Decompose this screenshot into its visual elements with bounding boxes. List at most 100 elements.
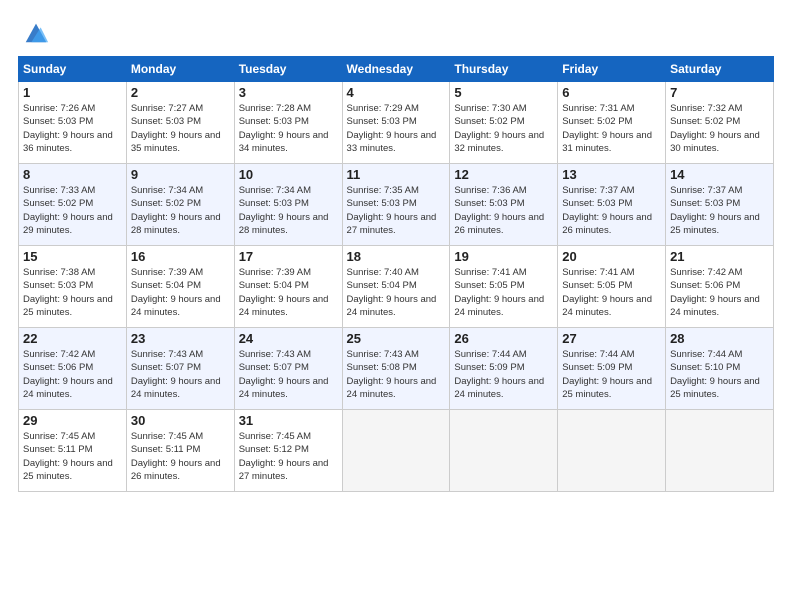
cell-sunset: Sunset: 5:03 PM [347, 198, 417, 209]
cell-sunset: Sunset: 5:03 PM [239, 116, 309, 127]
cell-daylight: Daylight: 9 hours and 24 minutes. [562, 294, 652, 318]
cell-sunset: Sunset: 5:03 PM [23, 280, 93, 291]
cell-daylight: Daylight: 9 hours and 32 minutes. [454, 130, 544, 154]
header-area [18, 18, 774, 46]
cell-daylight: Daylight: 9 hours and 25 minutes. [670, 376, 760, 400]
cell-sunrise: Sunrise: 7:44 AM [562, 349, 634, 360]
cell-sunset: Sunset: 5:03 PM [670, 198, 740, 209]
cell-daylight: Daylight: 9 hours and 24 minutes. [454, 294, 544, 318]
day-number: 7 [670, 85, 769, 100]
cell-daylight: Daylight: 9 hours and 24 minutes. [670, 294, 760, 318]
cell-daylight: Daylight: 9 hours and 25 minutes. [670, 212, 760, 236]
cell-sunrise: Sunrise: 7:45 AM [239, 431, 311, 442]
calendar-cell: 21Sunrise: 7:42 AMSunset: 5:06 PMDayligh… [666, 246, 774, 328]
cell-sunrise: Sunrise: 7:43 AM [131, 349, 203, 360]
cell-sunset: Sunset: 5:03 PM [347, 116, 417, 127]
cell-daylight: Daylight: 9 hours and 24 minutes. [23, 376, 113, 400]
calendar-cell: 19Sunrise: 7:41 AMSunset: 5:05 PMDayligh… [450, 246, 558, 328]
cell-daylight: Daylight: 9 hours and 35 minutes. [131, 130, 221, 154]
day-number: 1 [23, 85, 122, 100]
calendar-cell: 2Sunrise: 7:27 AMSunset: 5:03 PMDaylight… [126, 82, 234, 164]
day-number: 15 [23, 249, 122, 264]
cell-daylight: Daylight: 9 hours and 24 minutes. [239, 294, 329, 318]
cell-daylight: Daylight: 9 hours and 34 minutes. [239, 130, 329, 154]
calendar-row-5: 29 Sunrise: 7:45 AM Sunset: 5:11 PM Dayligh… [19, 410, 774, 492]
cell-sunset: Sunset: 5:02 PM [454, 116, 524, 127]
calendar-cell: 20Sunrise: 7:41 AMSunset: 5:05 PMDayligh… [558, 246, 666, 328]
calendar-cell: 22Sunrise: 7:42 AMSunset: 5:06 PMDayligh… [19, 328, 127, 410]
cell-sunset: Sunset: 5:04 PM [239, 280, 309, 291]
cell-sunset: Sunset: 5:04 PM [131, 280, 201, 291]
cell-sunset: Sunset: 5:02 PM [23, 198, 93, 209]
cell-sunrise: Sunrise: 7:37 AM [670, 185, 742, 196]
cell-sunrise: Sunrise: 7:41 AM [454, 267, 526, 278]
day-number: 29 [23, 413, 122, 428]
col-header-saturday: Saturday [666, 57, 774, 82]
cell-daylight: Daylight: 9 hours and 30 minutes. [670, 130, 760, 154]
cell-sunrise: Sunrise: 7:35 AM [347, 185, 419, 196]
day-number: 24 [239, 331, 338, 346]
calendar-cell: 9Sunrise: 7:34 AMSunset: 5:02 PMDaylight… [126, 164, 234, 246]
cell-daylight: Daylight: 9 hours and 26 minutes. [131, 458, 221, 482]
day-number: 4 [347, 85, 446, 100]
cell-sunset: Sunset: 5:07 PM [131, 362, 201, 373]
day-number: 17 [239, 249, 338, 264]
cell-daylight: Daylight: 9 hours and 28 minutes. [239, 212, 329, 236]
cell-daylight: Daylight: 9 hours and 27 minutes. [239, 458, 329, 482]
day-number: 25 [347, 331, 446, 346]
cell-sunset: Sunset: 5:12 PM [239, 444, 309, 455]
cell-sunset: Sunset: 5:02 PM [131, 198, 201, 209]
calendar-cell: 7 Sunrise: 7:32 AM Sunset: 5:02 PM Daylight… [666, 82, 774, 164]
calendar-cell: 24Sunrise: 7:43 AMSunset: 5:07 PMDayligh… [234, 328, 342, 410]
cell-sunrise: Sunrise: 7:34 AM [239, 185, 311, 196]
calendar-cell: 16Sunrise: 7:39 AMSunset: 5:04 PMDayligh… [126, 246, 234, 328]
calendar-cell: 27Sunrise: 7:44 AMSunset: 5:09 PMDayligh… [558, 328, 666, 410]
cell-daylight: Daylight: 9 hours and 27 minutes. [347, 212, 437, 236]
cell-sunrise: Sunrise: 7:28 AM [239, 103, 311, 114]
cell-sunrise: Sunrise: 7:42 AM [23, 349, 95, 360]
cell-sunset: Sunset: 5:02 PM [670, 116, 740, 127]
cell-sunset: Sunset: 5:11 PM [131, 444, 201, 455]
calendar-cell: 4Sunrise: 7:29 AMSunset: 5:03 PMDaylight… [342, 82, 450, 164]
cell-sunset: Sunset: 5:02 PM [562, 116, 632, 127]
cell-sunset: Sunset: 5:07 PM [239, 362, 309, 373]
cell-sunrise: Sunrise: 7:39 AM [239, 267, 311, 278]
calendar-cell: 8Sunrise: 7:33 AMSunset: 5:02 PMDaylight… [19, 164, 127, 246]
header-row: SundayMondayTuesdayWednesdayThursdayFrid… [19, 57, 774, 82]
calendar-row-2: 8Sunrise: 7:33 AMSunset: 5:02 PMDaylight… [19, 164, 774, 246]
col-header-monday: Monday [126, 57, 234, 82]
cell-sunrise: Sunrise: 7:29 AM [347, 103, 419, 114]
cell-sunset: Sunset: 5:06 PM [23, 362, 93, 373]
cell-sunset: Sunset: 5:09 PM [454, 362, 524, 373]
logo [18, 18, 50, 46]
calendar-row-3: 15Sunrise: 7:38 AMSunset: 5:03 PMDayligh… [19, 246, 774, 328]
cell-daylight: Daylight: 9 hours and 25 minutes. [562, 376, 652, 400]
cell-sunrise: Sunrise: 7:43 AM [239, 349, 311, 360]
cell-sunset: Sunset: 5:05 PM [454, 280, 524, 291]
col-header-sunday: Sunday [19, 57, 127, 82]
calendar-cell: 17 Sunrise: 7:39 AM Sunset: 5:04 PM Dayligh… [234, 246, 342, 328]
calendar-cell: 14Sunrise: 7:37 AMSunset: 5:03 PMDayligh… [666, 164, 774, 246]
cell-sunrise: Sunrise: 7:37 AM [562, 185, 634, 196]
calendar-cell: 28Sunrise: 7:44 AMSunset: 5:10 PMDayligh… [666, 328, 774, 410]
day-number: 27 [562, 331, 661, 346]
cell-daylight: Daylight: 9 hours and 24 minutes. [454, 376, 544, 400]
cell-sunset: Sunset: 5:05 PM [562, 280, 632, 291]
day-number: 6 [562, 85, 661, 100]
calendar-cell: 31Sunrise: 7:45 AMSunset: 5:12 PMDayligh… [234, 410, 342, 492]
cell-sunrise: Sunrise: 7:45 AM [23, 431, 95, 442]
cell-daylight: Daylight: 9 hours and 31 minutes. [562, 130, 652, 154]
cell-sunrise: Sunrise: 7:45 AM [131, 431, 203, 442]
cell-sunrise: Sunrise: 7:39 AM [131, 267, 203, 278]
cell-sunset: Sunset: 5:04 PM [347, 280, 417, 291]
calendar-cell: 3Sunrise: 7:28 AMSunset: 5:03 PMDaylight… [234, 82, 342, 164]
col-header-friday: Friday [558, 57, 666, 82]
cell-sunrise: Sunrise: 7:42 AM [670, 267, 742, 278]
calendar-row-4: 22Sunrise: 7:42 AMSunset: 5:06 PMDayligh… [19, 328, 774, 410]
day-number: 20 [562, 249, 661, 264]
day-number: 16 [131, 249, 230, 264]
cell-daylight: Daylight: 9 hours and 24 minutes. [347, 294, 437, 318]
cell-daylight: Daylight: 9 hours and 26 minutes. [562, 212, 652, 236]
calendar-cell: 11Sunrise: 7:35 AMSunset: 5:03 PMDayligh… [342, 164, 450, 246]
cell-sunrise: Sunrise: 7:32 AM [670, 103, 742, 114]
